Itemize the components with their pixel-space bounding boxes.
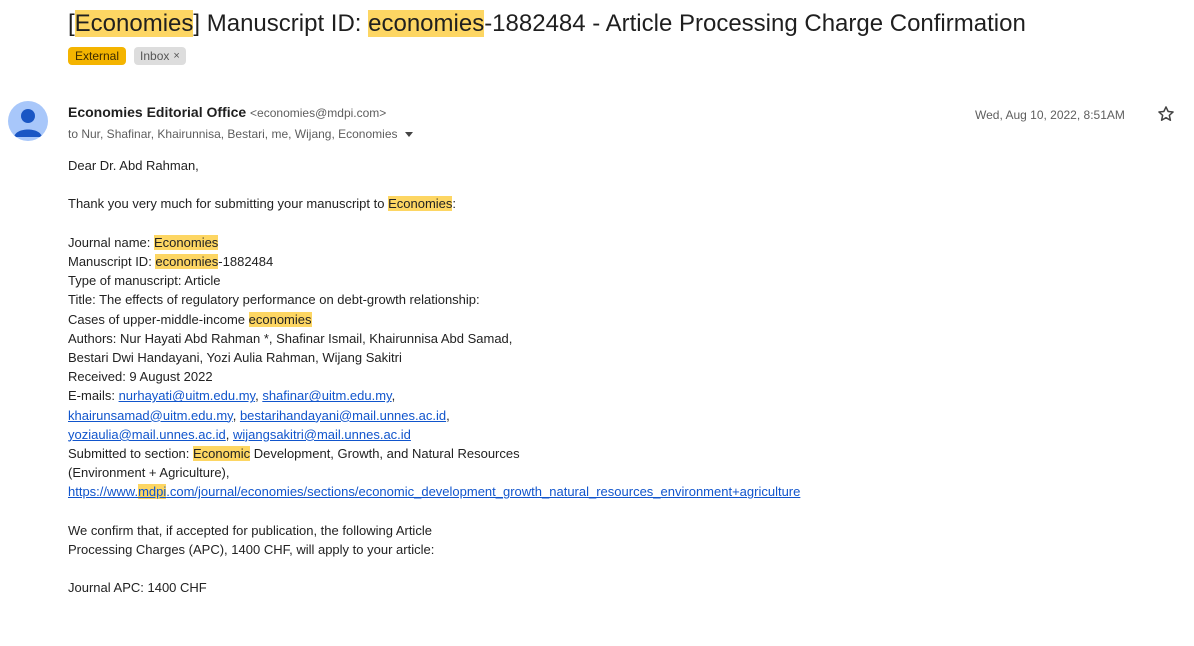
email-link[interactable]: khairunsamad@uitm.edu.my: [68, 408, 233, 423]
recipients-text: to Nur, Shafinar, Khairunnisa, Bestari, …: [68, 127, 398, 141]
subject-rest: -1882484 - Article Processing Charge Con…: [484, 10, 1026, 37]
journal-name-value: Economies: [154, 234, 219, 250]
section-highlight: Economic: [193, 446, 251, 462]
journal-name-label: Journal name:: [68, 234, 154, 250]
emails-line-3: yoziaulia@mail.unnes.ac.id, wijangsakitr…: [68, 426, 411, 442]
emails-line-1: E-mails: nurhayati@uitm.edu.my, shafinar…: [68, 388, 396, 404]
manuscript-type-line: Type of manuscript: Article: [68, 273, 221, 289]
emails-line-2: khairunsamad@uitm.edu.my, bestarihandaya…: [68, 407, 450, 423]
greeting: Dear Dr. Abd Rahman,: [68, 158, 199, 173]
inbox-label[interactable]: Inbox ×: [134, 47, 186, 65]
inbox-label-text: Inbox: [140, 49, 170, 63]
subject-bracket-open: [: [68, 10, 75, 37]
label-row: External Inbox ×: [68, 47, 186, 65]
section-line-2: (Environment + Agriculture),: [68, 465, 230, 481]
title-highlight: economies: [248, 311, 312, 327]
title-line-1: Title: The effects of regulatory perform…: [68, 292, 480, 308]
email-link[interactable]: wijangsakitri@mail.unnes.ac.id: [233, 427, 411, 442]
journal-name-line: Journal name: Economies: [68, 233, 1168, 252]
thanks-line: Thank you very much for submitting your …: [68, 194, 1168, 213]
sender-name[interactable]: Economies Editorial Office: [68, 104, 246, 120]
person-avatar-icon: [14, 109, 42, 137]
sender-avatar[interactable]: [8, 101, 48, 141]
title-line-2: Cases of upper-middle-income economies: [68, 310, 1168, 329]
recipients-line[interactable]: to Nur, Shafinar, Khairunnisa, Bestari, …: [68, 127, 413, 141]
email-date: Wed, Aug 10, 2022, 8:51AM: [975, 108, 1125, 122]
manuscript-id-label: Manuscript ID:: [68, 253, 156, 269]
url-highlight: mdpi: [138, 484, 167, 500]
email-subject: [Economies] Manuscript ID: economies-188…: [68, 10, 1026, 38]
section-line-1: Submitted to section: Economic Developme…: [68, 444, 1168, 463]
star-icon[interactable]: [1156, 104, 1176, 124]
manuscript-id-number: -1882484: [218, 253, 274, 269]
thanks-colon: :: [452, 196, 457, 212]
chevron-down-icon[interactable]: [404, 131, 413, 137]
authors-line-1: Authors: Nur Hayati Abd Rahman *, Shafin…: [68, 330, 513, 346]
subject-bracket-close: ] Manuscript ID:: [193, 10, 369, 37]
title-text: Cases of upper-middle-income: [68, 311, 249, 327]
thanks-journal-highlight: Economies: [388, 196, 453, 212]
section-url-link[interactable]: https://www.mdpi.com/journal/economies/s…: [68, 484, 801, 500]
external-label[interactable]: External: [68, 47, 127, 65]
confirm-line-1: We confirm that, if accepted for publica…: [68, 522, 432, 538]
email-link[interactable]: shafinar@uitm.edu.my: [262, 388, 391, 403]
sender-line: Economies Editorial Office <economies@md…: [68, 104, 386, 120]
sender-email: <economies@mdpi.com>: [250, 106, 387, 120]
subject-journal-highlight: Economies: [74, 10, 194, 37]
manuscript-id-highlight: economies: [155, 253, 219, 269]
section-label: Submitted to section:: [68, 446, 194, 462]
apc-line: Journal APC: 1400 CHF: [68, 580, 207, 596]
email-link[interactable]: nurhayati@uitm.edu.my: [119, 388, 256, 403]
emails-label: E-mails:: [68, 388, 119, 404]
section-url-line: https://www.mdpi.com/journal/economies/s…: [68, 482, 1168, 501]
url-prefix: https://www.: [68, 484, 139, 500]
email-link[interactable]: yoziaulia@mail.unnes.ac.id: [68, 427, 226, 442]
section-text: Development, Growth, and Natural Resourc…: [250, 446, 520, 462]
manuscript-id-line: Manuscript ID: economies-1882484: [68, 252, 1168, 271]
url-suffix: .com/journal/economies/sections/economic…: [166, 484, 801, 500]
inbox-label-remove-button[interactable]: ×: [173, 50, 179, 62]
thanks-text: Thank you very much for submitting your …: [68, 196, 389, 212]
email-link[interactable]: bestarihandayani@mail.unnes.ac.id: [240, 408, 446, 423]
received-line: Received: 9 August 2022: [68, 369, 213, 385]
email-body: Dear Dr. Abd Rahman, Thank you very much…: [68, 156, 1168, 598]
confirm-line-2: Processing Charges (APC), 1400 CHF, will…: [68, 542, 435, 558]
authors-line-2: Bestari Dwi Handayani, Yozi Aulia Rahman…: [68, 350, 402, 365]
subject-id-highlight: economies: [368, 10, 485, 37]
